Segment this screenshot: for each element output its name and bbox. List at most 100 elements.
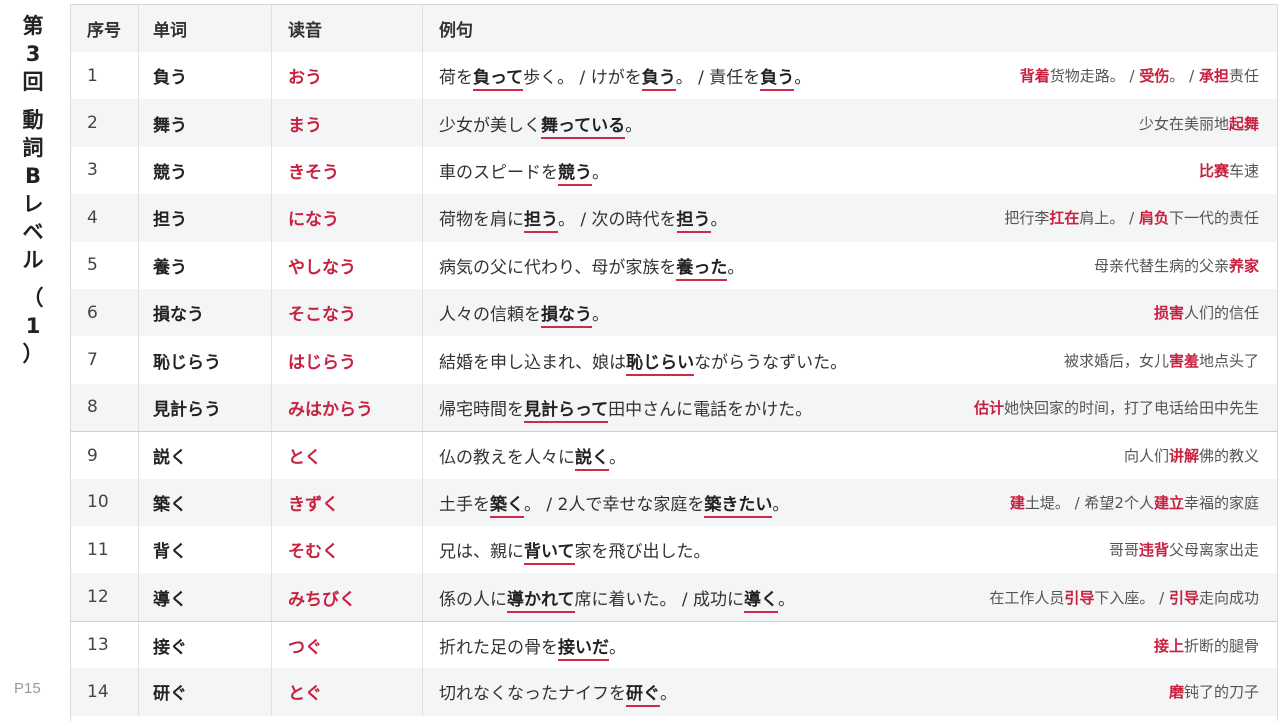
example-chinese: 母亲代替生病的父亲养家 <box>1094 255 1259 276</box>
row-example: 車のスピードを競う。 比赛车速 <box>423 147 1277 194</box>
example-japanese: 帰宅時間を見計らって田中さんに電話をかけた。 <box>439 395 813 423</box>
translation-text: 地点头了 <box>1198 351 1259 370</box>
example-text: 。 <box>772 494 790 515</box>
target-word: 築きたい <box>704 494 773 518</box>
vocabulary-table: 序号 单词 读音 例句 1 負う おう 荷を負って歩く。 / けがを負う。 / 責任を… <box>70 4 1278 721</box>
header-example: 例句 <box>439 21 473 41</box>
target-word: 担う <box>524 210 558 234</box>
row-example: 係の人に導かれて席に着いた。 / 成功に導く。 在工作人员引导下入座。 / 引导走… <box>423 573 1277 620</box>
example-chinese: 背着货物走路。 / 受伤。 / 承担责任 <box>1020 65 1259 86</box>
target-word: 接いだ <box>558 637 609 661</box>
row-example: 結婚を申し込まれ、娘は恥じらいながらうなずいた。 被求婚后，女儿害羞地点头了 <box>423 336 1277 383</box>
row-index: 12 <box>71 573 139 621</box>
row-reading: になう <box>272 194 423 242</box>
translation-text: 折断的腿骨 <box>1183 636 1259 655</box>
translation-text: 下入座。 / <box>1094 588 1169 607</box>
target-word: 負う <box>641 68 676 92</box>
table-row: 5 養う やしなう 病気の父に代わり、母が家族を養った。 母亲代替生病的父亲养家 <box>71 241 1277 289</box>
table-row: 4 担う になう 荷物を肩に担う。 / 次の時代を担う。 把行李扛在肩上。 / 肩负下一… <box>71 194 1277 242</box>
example-japanese: 人々の信頼を損なう。 <box>439 300 609 329</box>
translation-text: 少女在美丽地 <box>1138 114 1229 133</box>
example-chinese: 哥哥违背父母离家出走 <box>1109 539 1259 560</box>
target-word: 背いて <box>524 542 575 566</box>
translation-text: 哥哥 <box>1108 541 1139 560</box>
row-index: 2 <box>71 99 139 147</box>
row-word: 接ぐ <box>139 621 272 670</box>
example-japanese: 切れなくなったナイフを研ぐ。 <box>439 679 677 708</box>
title-char: 回 <box>22 70 44 94</box>
row-example: 仏の教えを人々に説く。 向人们讲解佛的教义 <box>423 432 1277 479</box>
header-reading: 读音 <box>272 5 423 52</box>
row-example: 土手を築く。 / 2人で幸せな家庭を築きたい。 建土堤。 / 希望2个人建立幸福的… <box>423 479 1277 526</box>
example-japanese: 仏の教えを人々に説く。 <box>439 443 626 472</box>
translation-highlight: 违背 <box>1138 541 1169 560</box>
target-word: 研ぐ <box>626 684 660 708</box>
title-char: ベ <box>22 220 44 244</box>
target-word: 築く <box>490 494 524 518</box>
row-reading: まう <box>272 99 423 147</box>
row-word: 見計らう <box>139 383 272 432</box>
title-char: ル <box>22 248 44 272</box>
translation-highlight: 损害 <box>1153 304 1184 323</box>
translation-highlight: 受伤 <box>1139 67 1170 86</box>
translation-text: 车速 <box>1228 161 1259 180</box>
example-text: 田中さんに電話をかけた。 <box>608 399 813 420</box>
example-japanese: 荷を負って歩く。 / けがを負う。 / 責任を負う。 <box>439 63 811 92</box>
translation-highlight: 养家 <box>1228 256 1259 275</box>
target-word: 舞っている <box>541 115 626 139</box>
example-text: 席に着いた。 / 成功に <box>574 589 745 610</box>
row-reading: おう <box>272 52 423 100</box>
row-index: 8 <box>71 383 139 432</box>
row-word: 損なう <box>139 289 272 337</box>
example-text: 。 <box>592 305 609 326</box>
translation-highlight: 建 <box>1009 493 1025 512</box>
row-reading: みはからう <box>272 383 423 432</box>
example-japanese: 兄は、親に背いて家を飛び出した。 <box>439 537 711 566</box>
example-text: 荷物を肩に <box>439 210 524 231</box>
lesson-title-vertical: 第 3 回動詞 B レベル （ 1 ） <box>14 12 52 368</box>
table-row: 14 研ぐ とぐ 切れなくなったナイフを研ぐ。 磨钝了的刀子 <box>71 668 1277 716</box>
row-example: 病気の父に代わり、母が家族を養った。 母亲代替生病的父亲养家 <box>423 242 1277 289</box>
table-header: 序号 单词 读音 例句 <box>71 5 1277 52</box>
row-index: 10 <box>71 478 139 526</box>
example-chinese: 建土堤。 / 希望2个人建立幸福的家庭 <box>1010 492 1259 513</box>
table-row: 9 説く とく 仏の教えを人々に説く。 向人们讲解佛的教义 <box>71 431 1277 480</box>
example-chinese: 向人们讲解佛的教义 <box>1124 445 1259 466</box>
row-example: 折れた足の骨を接いだ。 接上折断的腿骨 <box>423 622 1277 669</box>
translation-highlight: 引导 <box>1168 588 1199 607</box>
table-row: 2 舞う まう 少女が美しく舞っている。 少女在美丽地起舞 <box>71 99 1277 147</box>
table-row: 13 接ぐ つぐ 折れた足の骨を接いだ。 接上折断的腿骨 <box>71 620 1277 670</box>
translation-text: 父母离家出走 <box>1168 541 1259 560</box>
target-word: 担う <box>676 210 711 234</box>
row-index: 13 <box>71 621 139 670</box>
target-word: 負う <box>760 68 795 92</box>
translation-text: 被求婚后，女儿 <box>1063 351 1169 370</box>
example-text: 。 / 責任を <box>675 68 761 89</box>
row-word: 負う <box>139 52 272 100</box>
row-word: 築く <box>139 478 272 526</box>
example-chinese: 接上折断的腿骨 <box>1154 635 1259 656</box>
translation-highlight: 磨 <box>1168 683 1184 702</box>
row-reading: つぐ <box>272 621 423 670</box>
row-word: 恥じらう <box>139 336 272 384</box>
row-example: 荷物を肩に担う。 / 次の時代を担う。 把行李扛在肩上。 / 肩负下一代的责任 <box>423 194 1277 241</box>
target-word: 恥じらい <box>626 352 695 376</box>
table-row: 8 見計らう みはからう 帰宅時間を見計らって田中さんに電話をかけた。 估计她快回家的时… <box>71 383 1277 432</box>
translation-highlight: 害羞 <box>1168 351 1199 370</box>
translation-highlight: 接上 <box>1153 636 1184 655</box>
translation-highlight: 引导 <box>1064 588 1095 607</box>
translation-text: 钝了的刀子 <box>1183 683 1259 702</box>
example-text: 少女が美しく <box>439 115 541 136</box>
title-char: B <box>24 164 41 188</box>
header-index: 序号 <box>71 5 139 52</box>
row-example: 帰宅時間を見計らって田中さんに電話をかけた。 估计她快回家的时间，打了电话给田中先… <box>423 384 1277 431</box>
example-text: 。 <box>660 684 677 705</box>
target-word: 損なう <box>541 305 592 329</box>
translation-text: 佛的教义 <box>1198 447 1259 466</box>
table-row: 6 損なう そこなう 人々の信頼を損なう。 损害人们的信任 <box>71 289 1277 337</box>
row-index: 6 <box>71 289 139 337</box>
title-char: 1 <box>25 314 41 338</box>
example-text: 。 <box>609 637 626 658</box>
example-text: ながらうなずいた。 <box>694 352 848 373</box>
row-index: 14 <box>71 668 139 716</box>
